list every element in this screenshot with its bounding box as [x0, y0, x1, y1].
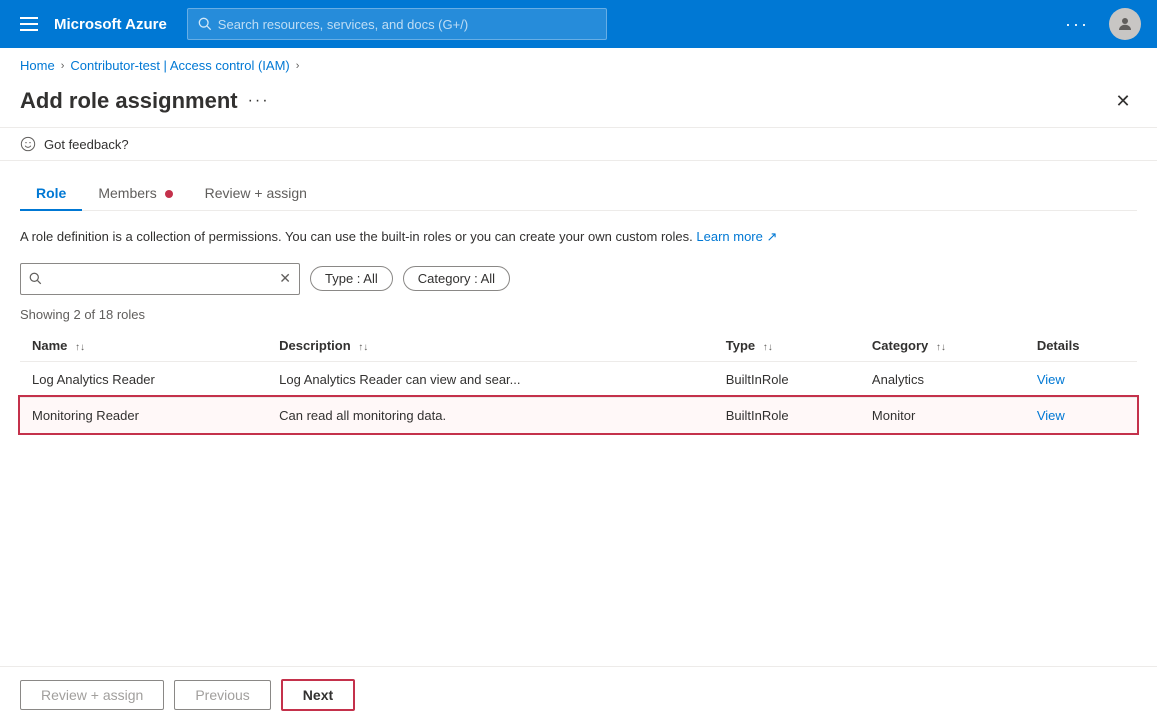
cell-type: BuiltInRole: [714, 397, 860, 433]
user-avatar[interactable]: [1109, 8, 1141, 40]
type-filter-button[interactable]: Type : All: [310, 266, 393, 291]
sort-category[interactable]: ↑↓: [936, 342, 946, 353]
cell-category: Analytics: [860, 361, 1025, 397]
roles-table: Name ↑↓ Description ↑↓ Type ↑↓ Category …: [20, 330, 1137, 434]
global-search-input[interactable]: [218, 17, 596, 32]
col-description: Description ↑↓: [267, 330, 714, 362]
view-link[interactable]: View: [1037, 408, 1065, 423]
breadcrumb-sep-2: ›: [296, 60, 300, 72]
avatar-icon: [1116, 15, 1134, 33]
breadcrumb-iam[interactable]: Contributor-test | Access control (IAM): [70, 58, 289, 73]
feedback-bar: Got feedback?: [0, 128, 1157, 161]
search-box-icon: [29, 272, 42, 285]
feedback-text[interactable]: Got feedback?: [44, 137, 129, 152]
sort-type[interactable]: ↑↓: [763, 342, 773, 353]
page-header: Add role assignment ··· ✕: [0, 79, 1157, 128]
category-filter-button[interactable]: Category : All: [403, 266, 510, 291]
view-link[interactable]: View: [1037, 372, 1065, 387]
filters-row: monitoring reader ✕ Type : All Category …: [20, 263, 1137, 295]
sort-description[interactable]: ↑↓: [358, 342, 368, 353]
footer: Review + assign Previous Next: [0, 666, 1157, 723]
review-assign-button[interactable]: Review + assign: [20, 680, 164, 710]
topbar: Microsoft Azure ···: [0, 0, 1157, 48]
tab-members[interactable]: Members: [82, 177, 188, 211]
col-type: Type ↑↓: [714, 330, 860, 362]
table-body: Log Analytics ReaderLog Analytics Reader…: [20, 361, 1137, 433]
col-name: Name ↑↓: [20, 330, 267, 362]
global-search-box[interactable]: [187, 8, 607, 40]
cell-name: Monitoring Reader: [20, 397, 267, 433]
description-text: A role definition is a collection of per…: [20, 227, 1137, 247]
cell-description: Can read all monitoring data.: [267, 397, 714, 433]
search-clear-button[interactable]: ✕: [279, 270, 291, 287]
role-search-input[interactable]: monitoring reader: [48, 271, 279, 286]
table-header: Name ↑↓ Description ↑↓ Type ↑↓ Category …: [20, 330, 1137, 362]
hamburger-menu[interactable]: [16, 13, 42, 35]
col-category: Category ↑↓: [860, 330, 1025, 362]
close-button[interactable]: ✕: [1109, 87, 1137, 115]
search-box[interactable]: monitoring reader ✕: [20, 263, 300, 295]
tabs-container: Role Members Review + assign: [20, 177, 1137, 211]
showing-count: Showing 2 of 18 roles: [20, 307, 1137, 322]
tab-role[interactable]: Role: [20, 177, 82, 211]
feedback-icon: [20, 136, 36, 152]
page-title: Add role assignment: [20, 88, 238, 114]
next-button[interactable]: Next: [281, 679, 355, 711]
cell-description: Log Analytics Reader can view and sear..…: [267, 361, 714, 397]
content-wrapper: Home › Contributor-test | Access control…: [0, 48, 1157, 723]
breadcrumb-sep-1: ›: [61, 60, 65, 72]
col-details: Details: [1025, 330, 1137, 362]
table-row[interactable]: Monitoring ReaderCan read all monitoring…: [20, 397, 1137, 433]
members-dot: [165, 190, 173, 198]
main-panel: Role Members Review + assign A role defi…: [0, 161, 1157, 666]
breadcrumb-home[interactable]: Home: [20, 58, 55, 73]
cell-name: Log Analytics Reader: [20, 361, 267, 397]
cell-details[interactable]: View: [1025, 397, 1137, 433]
page-more-dots[interactable]: ···: [248, 92, 270, 110]
search-icon: [198, 17, 212, 31]
app-title: Microsoft Azure: [54, 16, 167, 33]
cell-category: Monitor: [860, 397, 1025, 433]
learn-more-link[interactable]: Learn more ↗: [696, 229, 777, 244]
cell-type: BuiltInRole: [714, 361, 860, 397]
breadcrumb: Home › Contributor-test | Access control…: [0, 48, 1157, 79]
cell-details[interactable]: View: [1025, 361, 1137, 397]
tab-review-assign[interactable]: Review + assign: [189, 177, 323, 211]
sort-name[interactable]: ↑↓: [75, 342, 85, 353]
table-row[interactable]: Log Analytics ReaderLog Analytics Reader…: [20, 361, 1137, 397]
topbar-more-dots[interactable]: ···: [1057, 10, 1097, 39]
previous-button[interactable]: Previous: [174, 680, 270, 710]
